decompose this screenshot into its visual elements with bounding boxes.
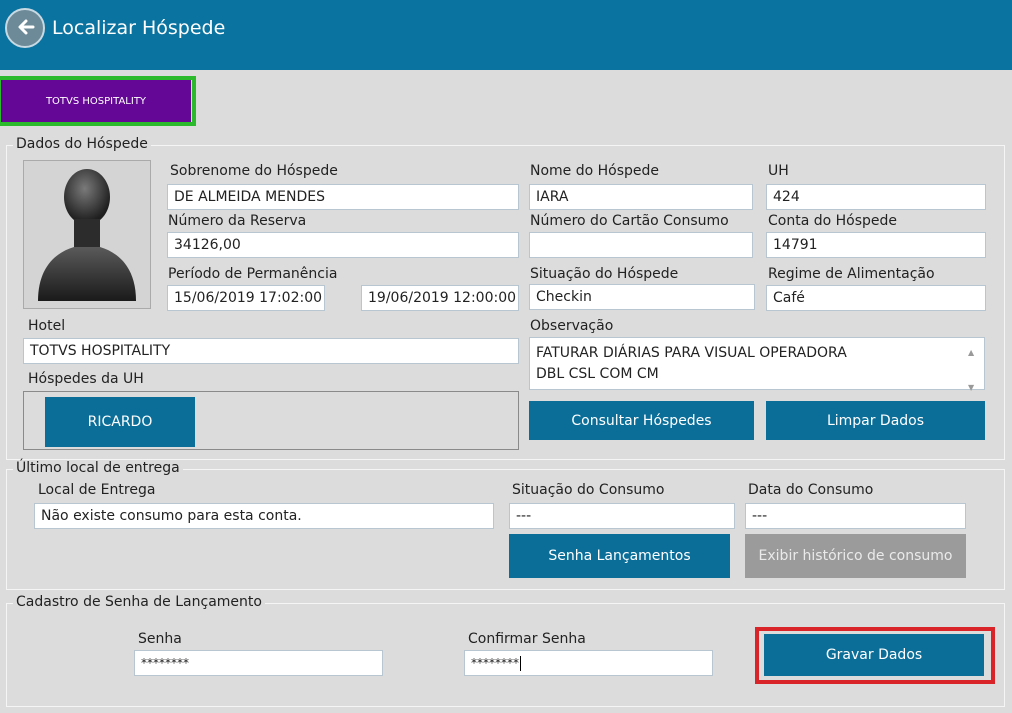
back-button[interactable] [5,8,45,48]
confirm-password-value: ******** [471,656,519,670]
page-title: Localizar Hóspede [52,17,226,39]
save-data-button[interactable]: Gravar Dados [764,634,984,676]
reservation-label: Número da Reserva [168,213,307,229]
observation-line-1: FATURAR DIÁRIAS PARA VISUAL OPERADORA [536,345,847,361]
consumption-history-button[interactable]: Exibir histórico de consumo [745,534,966,578]
delivery-title: Último local de entrega [13,460,183,476]
consult-guests-button[interactable]: Consultar Hóspedes [529,401,754,440]
guest-status-label: Situação do Hóspede [530,266,679,282]
clear-data-button[interactable]: Limpar Dados [766,401,985,440]
meal-plan-label: Regime de Alimentação [768,266,935,282]
uh-guest-button[interactable]: RICARDO [45,397,195,447]
text-caret [520,656,521,671]
delivery-place-field[interactable]: Não existe consumo para esta conta. [34,503,494,529]
password-field[interactable]: ******** [134,650,383,676]
stay-end-field[interactable]: 19/06/2019 12:00:00 [361,285,519,311]
consumption-status-field[interactable]: --- [509,503,735,529]
password-launch-button[interactable]: Senha Lançamentos [509,534,730,578]
observation-textarea[interactable]: FATURAR DIÁRIAS PARA VISUAL OPERADORA DB… [529,337,985,392]
scroll-up-icon[interactable]: ▲ [968,342,978,357]
stay-period-label: Período de Permanência [168,266,338,282]
consumption-date-label: Data do Consumo [748,482,874,498]
name-field[interactable]: IARA [529,184,753,210]
observation-line-2: DBL CSL COM CM [536,366,659,382]
observation-label: Observação [530,318,614,334]
reservation-field[interactable]: 34126,00 [167,232,519,258]
hotel-button[interactable]: TOTVS HOSPITALITY [1,80,191,122]
guest-data-title: Dados do Hóspede [13,136,151,152]
card-label: Número do Cartão Consumo [530,213,729,229]
uh-guests-list: RICARDO [23,391,519,450]
name-label: Nome do Hóspede [530,163,660,179]
scroll-down-icon[interactable]: ▼ [968,377,978,392]
surname-label: Sobrenome do Hóspede [170,163,338,179]
confirm-password-label: Confirmar Senha [468,631,586,647]
consumption-date-field[interactable]: --- [745,503,966,529]
meal-plan-field[interactable]: Café [766,285,986,311]
uh-label: UH [768,163,789,179]
guest-status-field[interactable]: Checkin [529,284,755,310]
account-field[interactable]: 14791 [766,232,986,258]
stay-start-field[interactable]: 15/06/2019 17:02:00 [167,285,325,311]
hotel-label: Hotel [28,318,66,334]
surname-field[interactable]: DE ALMEIDA MENDES [167,184,519,210]
account-label: Conta do Hóspede [768,213,898,229]
password-title: Cadastro de Senha de Lançamento [13,594,265,610]
guest-avatar-icon [38,169,136,301]
delivery-place-label: Local de Entrega [38,482,156,498]
title-bar: Localizar Hóspede [0,0,1012,70]
uh-guests-label: Hóspedes da UH [28,371,144,387]
confirm-password-field[interactable]: ******** [464,650,713,676]
arrow-left-icon [18,19,35,35]
consumption-status-label: Situação do Consumo [512,482,665,498]
password-label: Senha [138,631,182,647]
uh-field[interactable]: 424 [766,184,986,210]
card-field[interactable] [529,232,753,258]
guest-photo [23,160,151,309]
hotel-field[interactable]: TOTVS HOSPITALITY [23,338,519,364]
